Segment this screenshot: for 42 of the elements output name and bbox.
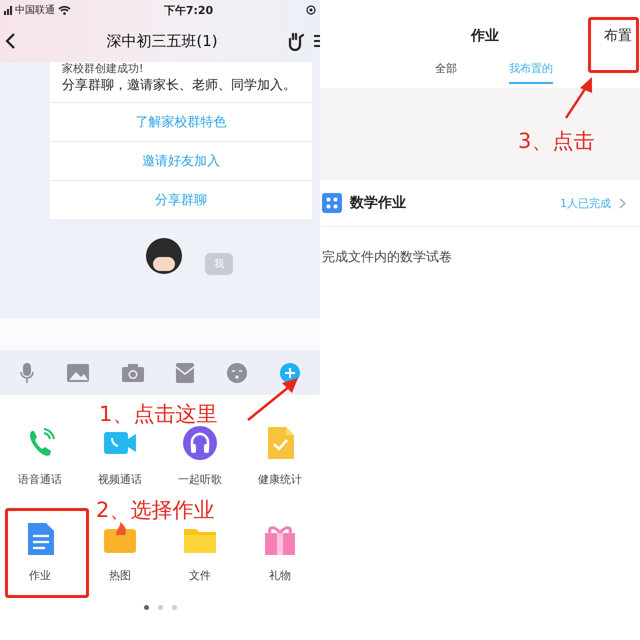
annotation-text: 1、点击这里	[99, 401, 218, 428]
arrow	[564, 77, 592, 119]
status-time: 下午7:20	[164, 2, 214, 18]
wifi-icon	[58, 5, 71, 15]
camera-icon[interactable]	[122, 364, 144, 382]
annotation-text: 2、选择作业	[96, 497, 214, 524]
app-label: 作业	[29, 568, 51, 583]
message-text: 分享群聊，邀请家长、老师、同学加入。	[62, 77, 297, 95]
tab[interactable]: 全部	[435, 60, 457, 84]
arrow	[247, 378, 298, 421]
assignment-title: 数学作业	[350, 194, 406, 212]
emoji-icon[interactable]	[226, 362, 247, 382]
card-action-link[interactable]: 分享群聊	[50, 180, 312, 219]
app-label: 一起听歌	[178, 472, 222, 487]
page-dot[interactable]	[144, 605, 148, 610]
back-icon[interactable]	[4, 32, 16, 50]
image-icon[interactable]	[66, 364, 89, 382]
app-label: 语音通话	[18, 472, 62, 487]
plus-icon[interactable]	[280, 362, 300, 382]
highlight-frame	[588, 17, 639, 73]
app-label: 文件	[189, 568, 211, 583]
page-title: 作业	[470, 27, 500, 45]
assign-button[interactable]: 布置	[590, 27, 640, 45]
completion-status: 1人已完成	[560, 196, 611, 210]
page-dot[interactable]	[158, 605, 162, 610]
annotation-text: 3、点击	[518, 128, 594, 155]
carrier-name: 中国联通	[15, 4, 55, 17]
tab[interactable]: 我布置的	[509, 60, 553, 84]
signal-icon	[4, 6, 12, 14]
app-label: 礼物	[269, 568, 291, 583]
message-text: 家校群创建成功!	[62, 62, 144, 75]
app-label: 视频通话	[98, 472, 142, 487]
headphones-icon[interactable]	[182, 425, 218, 461]
microphone-icon[interactable]	[20, 362, 34, 384]
lock-rotation-icon	[306, 5, 316, 15]
page-dot[interactable]	[172, 605, 176, 610]
assignment-description: 完成文件内的数学试卷	[321, 249, 453, 267]
chevron-right-icon[interactable]	[619, 198, 626, 208]
envelope-icon[interactable]	[176, 362, 194, 382]
chat-title: 深中初三五班(1)	[105, 32, 219, 50]
app-label: 健康统计	[258, 472, 302, 487]
app-label: 热图	[109, 568, 131, 583]
